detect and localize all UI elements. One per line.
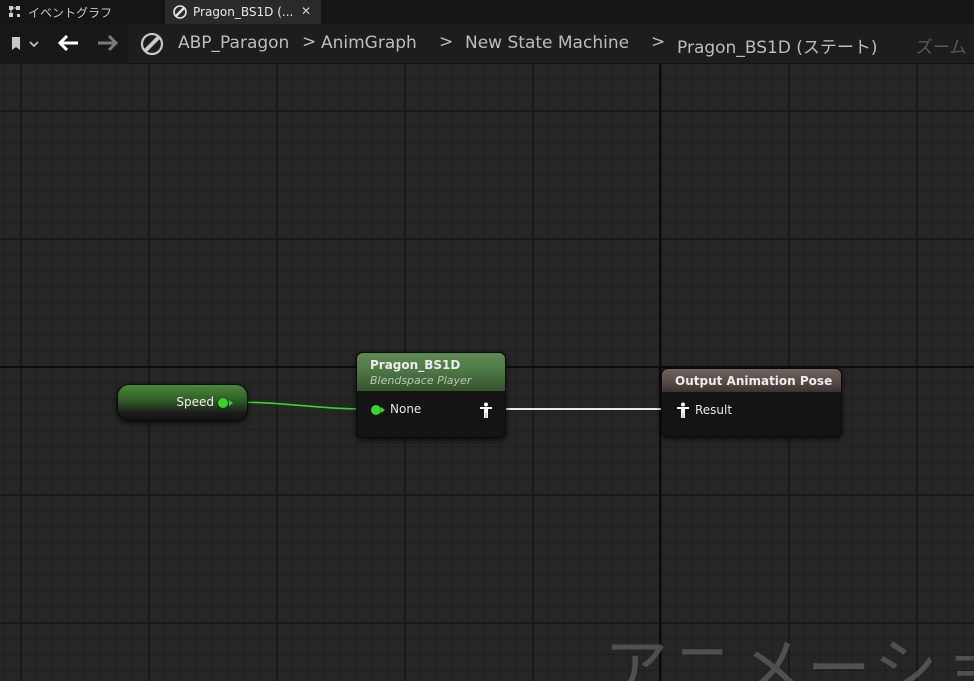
pose-output-pin-icon[interactable]	[479, 402, 493, 418]
pose-input-pin-icon[interactable]	[676, 402, 690, 418]
pin-arrow-icon	[381, 407, 385, 413]
breadcrumb-abp-paragon[interactable]: ABP_Paragon	[178, 33, 289, 53]
breadcrumb-separator: >	[651, 32, 666, 52]
arrow-right-icon[interactable]	[96, 34, 119, 56]
breadcrumb-toolbar: ABP_Paragon > AnimGraph > New State Mach…	[0, 24, 974, 64]
breadcrumb-state-machine[interactable]: New State Machine	[465, 33, 629, 53]
zoom-label: ズーム	[916, 38, 967, 58]
bookmark-icon[interactable]	[10, 36, 40, 56]
node-header: Output Animation Pose	[662, 369, 841, 392]
result-pin-label: Result	[695, 403, 733, 417]
arrow-left-icon[interactable]	[57, 34, 80, 56]
tab-label: イベントグラフ	[28, 5, 113, 20]
none-pin-label: None	[390, 402, 422, 416]
speed-output-pin[interactable]	[218, 398, 228, 408]
graph-watermark: アニメーション	[604, 633, 974, 681]
node-title: Pragon_BS1D	[370, 358, 461, 372]
breadcrumb-state[interactable]: Pragon_BS1D (ステート)	[677, 33, 878, 58]
speed-label: Speed	[176, 395, 214, 409]
tab-pragon-bs1d[interactable]: Pragon_BS1D (... ✕	[165, 0, 321, 24]
breadcrumb-animgraph[interactable]: AnimGraph	[321, 33, 417, 53]
event-graph-icon	[8, 5, 22, 19]
node-title: Output Animation Pose	[675, 374, 833, 388]
node-header: Pragon_BS1D Blendspace Player	[357, 353, 505, 391]
tab-event-graph[interactable]: イベントグラフ	[0, 0, 162, 24]
pin-arrow-icon	[229, 400, 233, 406]
blendspace-player-node[interactable]: Pragon_BS1D Blendspace Player None	[356, 352, 506, 438]
output-animation-pose-node[interactable]: Output Animation Pose Result	[661, 368, 842, 437]
tab-bar: イベントグラフ Pragon_BS1D (... ✕	[0, 0, 974, 24]
breadcrumb-separator: >	[302, 32, 317, 52]
breadcrumb-separator: >	[439, 32, 454, 52]
node-subtitle: Blendspace Player	[370, 374, 472, 387]
tab-label: Pragon_BS1D (...	[193, 5, 294, 19]
close-icon[interactable]: ✕	[301, 4, 311, 18]
speed-variable-node[interactable]: Speed	[117, 384, 248, 421]
none-input-pin[interactable]	[371, 405, 381, 415]
blueprint-editor: イベントグラフ Pragon_BS1D (... ✕ ABP_Paragon >…	[0, 0, 974, 681]
state-icon	[173, 5, 187, 19]
state-icon	[140, 32, 164, 60]
